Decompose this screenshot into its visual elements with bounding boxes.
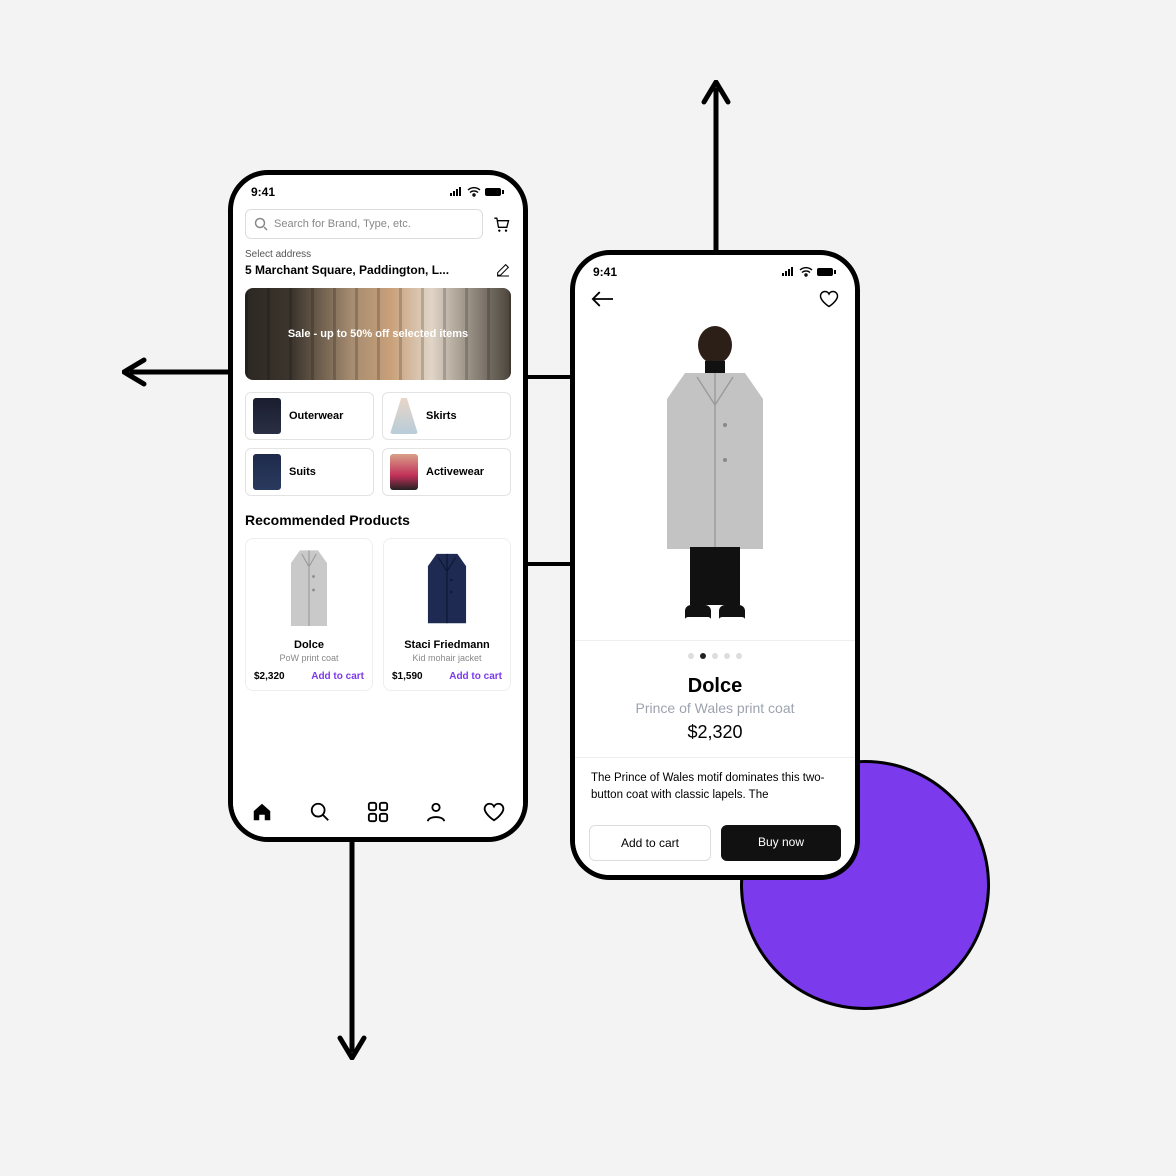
product-brand: Staci Friedmann — [392, 639, 502, 651]
sale-banner-text: Sale - up to 50% off selected items — [288, 328, 468, 340]
cart-icon[interactable] — [491, 214, 511, 234]
detail-brand: Dolce — [591, 675, 839, 698]
search-input[interactable]: Search for Brand, Type, etc. — [245, 209, 483, 239]
product-card[interactable]: Staci Friedmann Kid mohair jacket $1,590… — [383, 538, 511, 691]
product-price: $1,590 — [392, 671, 423, 682]
category-suits[interactable]: Suits — [245, 448, 374, 496]
category-label: Outerwear — [289, 410, 343, 422]
category-thumb — [253, 454, 281, 490]
phone-detail-screen: 9:41 Dolce Prince — [570, 250, 860, 880]
nav-favorites-icon[interactable] — [483, 801, 505, 823]
edit-icon[interactable] — [495, 262, 511, 278]
category-label: Skirts — [426, 410, 457, 422]
detail-description: The Prince of Wales motif dominates this… — [575, 758, 855, 803]
product-name: Kid mohair jacket — [392, 653, 502, 663]
category-outerwear[interactable]: Outerwear — [245, 392, 374, 440]
status-bar: 9:41 — [233, 175, 523, 205]
carousel-dots[interactable] — [575, 641, 855, 671]
search-icon — [254, 217, 268, 231]
address-value[interactable]: 5 Marchant Square, Paddington, L... — [245, 263, 449, 277]
product-image — [254, 547, 364, 633]
search-placeholder: Search for Brand, Type, etc. — [274, 218, 411, 230]
nav-profile-icon[interactable] — [425, 801, 447, 823]
favorite-icon[interactable] — [819, 289, 839, 309]
product-price: $2,320 — [254, 671, 285, 682]
detail-price: $2,320 — [591, 722, 839, 743]
battery-icon — [817, 267, 837, 277]
connector-line — [523, 375, 573, 379]
category-skirts[interactable]: Skirts — [382, 392, 511, 440]
product-hero-image[interactable] — [575, 309, 855, 641]
category-grid: Outerwear Skirts Suits Activewear — [245, 392, 511, 496]
category-activewear[interactable]: Activewear — [382, 448, 511, 496]
status-icons — [781, 267, 837, 277]
nav-search-icon[interactable] — [309, 801, 331, 823]
recommended-heading: Recommended Products — [245, 512, 511, 528]
arrow-left — [122, 356, 242, 388]
wifi-icon — [467, 187, 481, 197]
bottom-nav — [233, 789, 523, 837]
connector-line — [523, 562, 573, 566]
status-bar: 9:41 — [575, 255, 855, 285]
arrow-up — [700, 80, 732, 260]
product-image — [392, 547, 502, 633]
sale-banner[interactable]: Sale - up to 50% off selected items — [245, 288, 511, 380]
carousel-dot[interactable] — [736, 653, 742, 659]
nav-grid-icon[interactable] — [367, 801, 389, 823]
carousel-dot[interactable] — [724, 653, 730, 659]
category-label: Suits — [289, 466, 316, 478]
carousel-dot-active[interactable] — [700, 653, 706, 659]
status-time: 9:41 — [593, 265, 617, 279]
wifi-icon — [799, 267, 813, 277]
add-to-cart-button[interactable]: Add to cart — [589, 825, 711, 861]
category-thumb — [390, 454, 418, 490]
phone-home-screen: 9:41 Search for Brand, Type, etc. Select… — [228, 170, 528, 842]
category-thumb — [390, 398, 418, 434]
back-icon[interactable] — [591, 291, 613, 307]
nav-home-icon[interactable] — [251, 801, 273, 823]
signal-icon — [781, 267, 795, 277]
address-label: Select address — [245, 249, 511, 260]
carousel-dot[interactable] — [712, 653, 718, 659]
product-card[interactable]: Dolce PoW print coat $2,320 Add to cart — [245, 538, 373, 691]
status-icons — [449, 187, 505, 197]
product-brand: Dolce — [254, 639, 364, 651]
add-to-cart-link[interactable]: Add to cart — [449, 671, 502, 682]
arrow-down — [336, 840, 368, 1060]
category-label: Activewear — [426, 466, 484, 478]
product-name: PoW print coat — [254, 653, 364, 663]
signal-icon — [449, 187, 463, 197]
add-to-cart-link[interactable]: Add to cart — [311, 671, 364, 682]
category-thumb — [253, 398, 281, 434]
status-time: 9:41 — [251, 185, 275, 199]
carousel-dot[interactable] — [688, 653, 694, 659]
buy-now-button[interactable]: Buy now — [721, 825, 841, 861]
battery-icon — [485, 187, 505, 197]
detail-name: Prince of Wales print coat — [591, 700, 839, 716]
